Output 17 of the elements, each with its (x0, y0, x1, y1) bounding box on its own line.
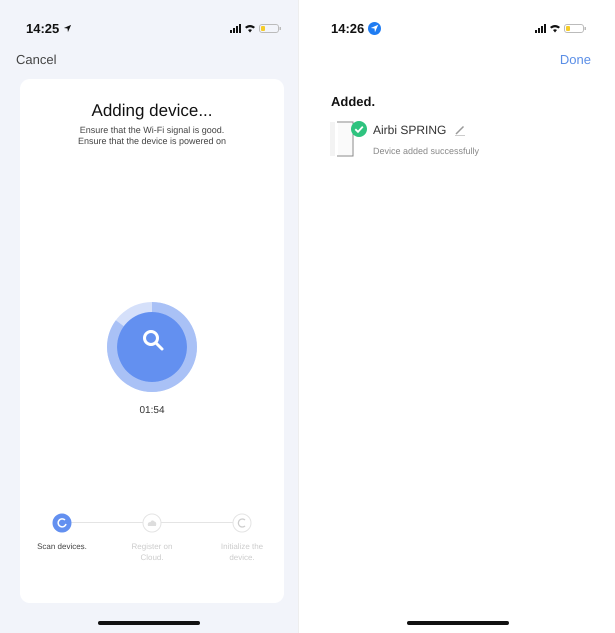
card-title: Adding device... (92, 101, 212, 121)
status-icons-drawing (535, 22, 587, 34)
search-icon (141, 328, 165, 352)
device-name: Airbi SPRING (373, 123, 446, 137)
pencil-icon[interactable] (454, 124, 466, 136)
countdown-timer: 01:54 (139, 405, 165, 416)
step-label: Scan devices. (37, 541, 87, 552)
status-time: 14:26 (331, 20, 364, 36)
tip-text: Ensure that the Wi-Fi signal is good. (80, 125, 224, 136)
section-heading: Added. (331, 94, 376, 109)
status-icons-drawing (230, 22, 282, 34)
status-time: 14:25 (26, 20, 60, 36)
tip-text: Ensure that the device is powered on (78, 136, 226, 147)
location-arrow-icon (63, 24, 72, 32)
location-badge-icon (368, 22, 382, 34)
cancel-link[interactable]: Cancel (16, 52, 56, 67)
device-status: Device added successfully (373, 146, 480, 156)
